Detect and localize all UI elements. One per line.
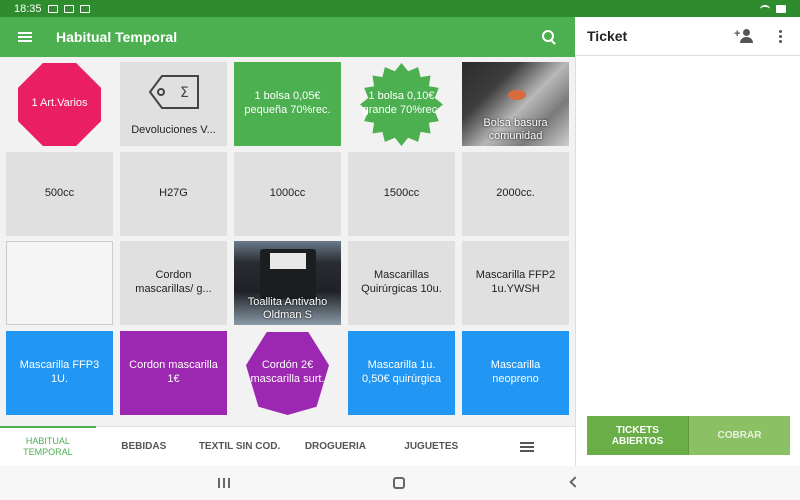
charge-button[interactable]: COBRAR [689, 416, 790, 455]
home-icon[interactable] [393, 477, 405, 489]
product-tile[interactable]: Cordón 2€ mascarilla surt. [234, 331, 341, 415]
empty-tile[interactable] [6, 241, 113, 325]
gmail-notification-icon [47, 4, 58, 13]
product-tile[interactable]: Toallita Antivaho Oldman S [234, 241, 341, 325]
ticket-actions: TICKETS ABIERTOS COBRAR [587, 416, 790, 455]
status-time: 18:35 [14, 2, 42, 15]
tab-juguetes[interactable]: JUGUETES [383, 427, 479, 466]
product-tile[interactable]: Cordon mascarillas/ g... [120, 241, 227, 325]
product-tile[interactable]: 1000cc [234, 152, 341, 236]
tab-textil-sin-cod[interactable]: TEXTIL SIN COD. [192, 427, 288, 466]
product-tile[interactable]: 500cc [6, 152, 113, 236]
ticket-panel: TICKETS ABIERTOS COBRAR [575, 56, 800, 466]
app-bar: Habitual Temporal [0, 17, 575, 57]
product-tile[interactable]: Mascarilla FFP3 1U. [6, 331, 113, 415]
product-tile[interactable]: Σ Devoluciones V... [120, 62, 227, 146]
product-tile[interactable]: Mascarilla 1u. 0,50€ quirúrgica [348, 331, 455, 415]
list-icon[interactable] [479, 427, 575, 466]
product-tile[interactable]: 1 Art.Varios [6, 62, 113, 146]
search-icon[interactable] [537, 25, 561, 49]
product-tile[interactable]: 1500cc [348, 152, 455, 236]
product-grid: 1 Art.Varios Σ Devoluciones V... 1 bolsa… [0, 57, 575, 426]
message-notification-icon [63, 4, 74, 13]
product-tile[interactable]: Mascarillas Quirúrgicas 10u. [348, 241, 455, 325]
system-nav-bar [0, 466, 800, 500]
product-tile[interactable]: 1 bolsa 0,05€ pequeña 70%rec. [234, 62, 341, 146]
product-tile[interactable]: H27G [120, 152, 227, 236]
product-tile[interactable]: Mascarilla neopreno [462, 331, 569, 415]
menu-icon[interactable] [0, 17, 50, 57]
tab-habitual-temporal[interactable]: HABITUAL TEMPORAL [0, 426, 96, 466]
open-tickets-button[interactable]: TICKETS ABIERTOS [587, 416, 689, 455]
back-icon[interactable] [569, 476, 581, 488]
product-tile[interactable]: Cordon mascarilla 1€ [120, 331, 227, 415]
email-notification-icon [79, 4, 90, 13]
battery-icon [776, 4, 786, 13]
more-vert-icon[interactable] [768, 24, 792, 48]
ticket-header: Ticket + [575, 17, 800, 56]
recent-apps-icon[interactable] [218, 478, 230, 488]
page-title: Habitual Temporal [56, 29, 178, 45]
product-tile[interactable]: Mascarilla FFP2 1u.YWSH [462, 241, 569, 325]
wifi-icon [760, 4, 770, 13]
person-add-icon[interactable]: + [734, 24, 758, 48]
tab-drogueria[interactable]: DROGUERIA [287, 427, 383, 466]
svg-text:Σ: Σ [180, 85, 189, 101]
product-tile[interactable]: 1 bolsa 0,10€ grande 70%rec. [348, 62, 455, 146]
status-bar: 18:35 [0, 0, 800, 17]
tab-bebidas[interactable]: BEBIDAS [96, 427, 192, 466]
price-tag-icon: Σ [148, 75, 199, 109]
ticket-title: Ticket [587, 28, 628, 44]
product-tile[interactable]: 2000cc. [462, 152, 569, 236]
product-tile[interactable]: Bolsa basura comunidad [462, 62, 569, 146]
category-tabs: HABITUAL TEMPORAL BEBIDAS TEXTIL SIN COD.… [0, 426, 575, 466]
